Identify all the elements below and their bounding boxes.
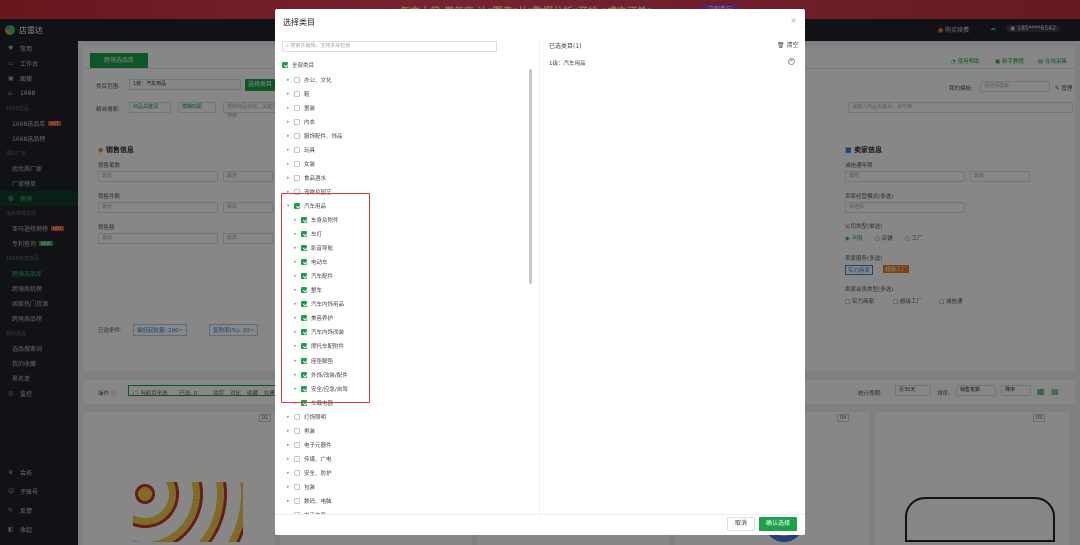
tree-row-label: 服饰配件、饰品: [304, 133, 343, 140]
caret-right-icon[interactable]: ▸: [287, 147, 294, 153]
tree-row-label: 男装: [304, 428, 316, 435]
checkbox[interactable]: [294, 455, 300, 462]
tree-row[interactable]: ▸ 食品酒水: [287, 171, 326, 184]
caret-right-icon[interactable]: ▸: [287, 105, 294, 111]
tree-row-label: 安全、防护: [304, 470, 332, 477]
tree-row-label: 灯饰照明: [304, 414, 327, 421]
tree-row[interactable]: ▸ 包装: [287, 480, 315, 493]
tree-row-label: 女装: [304, 161, 316, 168]
tree-row[interactable]: ▸ 男装: [287, 424, 315, 437]
checkbox[interactable]: [282, 61, 288, 68]
clear-button[interactable]: 🗑 清空: [777, 40, 799, 49]
checkbox[interactable]: [294, 498, 300, 504]
tree-row-label: 全部类目: [292, 62, 315, 69]
caret-right-icon[interactable]: ▸: [287, 442, 294, 448]
checkbox[interactable]: [294, 427, 300, 434]
modal-title: 选择类目: [283, 18, 315, 27]
checkbox[interactable]: [294, 132, 300, 139]
tree-scrollbar[interactable]: [529, 69, 532, 284]
tree-row-label: 数码、电脑: [304, 499, 332, 505]
tree-row[interactable]: ▸ 传媒、广电: [287, 452, 332, 465]
caret-right-icon[interactable]: ▸: [287, 484, 294, 490]
tree-row[interactable]: ▸ 灯饰照明: [287, 410, 326, 423]
tree-row-label: 传媒、广电: [304, 456, 332, 463]
checkbox[interactable]: [294, 174, 300, 181]
tree-row-label: 包装: [304, 484, 316, 491]
tree-row[interactable]: ▸ 童装: [287, 101, 315, 114]
checkbox[interactable]: [294, 160, 300, 167]
checkbox[interactable]: [294, 413, 300, 420]
remove-icon[interactable]: ×: [788, 58, 795, 65]
caret-right-icon[interactable]: ▸: [287, 175, 294, 181]
close-icon[interactable]: ×: [790, 16, 797, 25]
tree-row[interactable]: ▸ 安全、防护: [287, 466, 332, 479]
tree-row-label: 鞋: [304, 91, 310, 98]
checkbox[interactable]: [294, 76, 300, 83]
caret-right-icon[interactable]: ▸: [287, 498, 294, 504]
selected-category-item: 1级：汽车用品 ×: [549, 58, 795, 67]
tree-row-label: 食品酒水: [304, 175, 327, 182]
caret-right-icon[interactable]: ▸: [287, 428, 294, 434]
tree-row[interactable]: ▸ 鞋: [287, 87, 310, 100]
highlight-box: [281, 193, 370, 403]
caret-right-icon[interactable]: ▸: [287, 470, 294, 476]
modal-divider: [539, 39, 540, 515]
trash-icon: 🗑: [777, 42, 785, 49]
caret-right-icon[interactable]: ▸: [287, 414, 294, 420]
checkbox[interactable]: [294, 118, 300, 125]
caret-right-icon[interactable]: ▸: [287, 77, 294, 83]
caret-right-icon[interactable]: ▸: [287, 456, 294, 462]
selected-categories-title: 已选类目(1): [549, 43, 582, 50]
tree-row-label: 童装: [304, 105, 316, 112]
checkbox[interactable]: [294, 104, 300, 111]
caret-right-icon[interactable]: ▸: [287, 133, 294, 139]
tree-row[interactable]: ▸ 电子元器件: [287, 438, 332, 451]
caret-right-icon[interactable]: ▸: [287, 91, 294, 97]
confirm-button[interactable]: 确认选择: [759, 517, 797, 531]
tree-row-label: 办公、文化: [304, 77, 332, 84]
tree-row[interactable]: ▸ 女装: [287, 157, 315, 170]
cancel-button[interactable]: 取消: [727, 517, 755, 531]
caret-right-icon[interactable]: ▸: [287, 119, 294, 125]
caret-right-icon[interactable]: ▸: [287, 161, 294, 167]
checkbox[interactable]: [294, 441, 300, 448]
tree-row[interactable]: ▸ 内衣: [287, 115, 315, 128]
checkbox[interactable]: [294, 483, 300, 490]
checkbox[interactable]: [294, 90, 300, 97]
search-icon: ⌕: [286, 43, 289, 49]
tree-row[interactable]: ▸ 数码、电脑: [287, 495, 332, 508]
category-search-input[interactable]: ⌕ 搜索并编辑，支持多级检索: [282, 41, 497, 52]
clear-label: 清空: [786, 42, 799, 49]
tree-row-label: 电子元器件: [304, 442, 332, 449]
tree-row-all[interactable]: 全部类目: [282, 58, 314, 71]
modal-footer-divider: [275, 514, 805, 515]
tree-row-label: 玩具: [304, 147, 316, 154]
checkbox[interactable]: [294, 469, 300, 476]
tree-row[interactable]: ▸ 玩具: [287, 143, 315, 156]
tree-row-label: 内衣: [304, 119, 316, 126]
tree-row[interactable]: ▸ 服饰配件、饰品: [287, 129, 343, 142]
category-search-placeholder: 搜索并编辑，支持多级检索: [290, 43, 351, 49]
tree-row[interactable]: ▸ 办公、文化: [287, 73, 332, 86]
selected-category-label: 1级：汽车用品: [549, 61, 586, 67]
checkbox[interactable]: [294, 146, 300, 153]
